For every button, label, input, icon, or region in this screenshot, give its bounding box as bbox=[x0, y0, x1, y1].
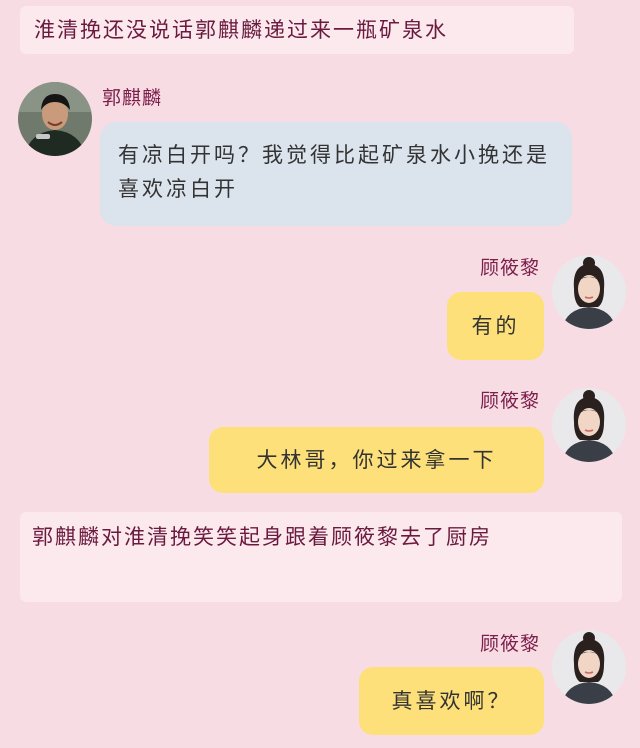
gu-xiaoli-photo bbox=[552, 630, 626, 704]
narration-text: 淮清挽还没说话郭麒麟递过来一瓶矿泉水 bbox=[20, 6, 574, 54]
speaker-name: 顾筱黎 bbox=[479, 390, 540, 412]
gu-xiaoli-photo bbox=[552, 255, 626, 329]
message-bubble: 有凉白开吗？我觉得比起矿泉水小挽还是喜欢凉白开 bbox=[100, 122, 572, 226]
narration-text: 郭麒麟对淮清挽笑笑起身跟着顾筱黎去了厨房 bbox=[20, 512, 622, 602]
gu-xiaoli-photo bbox=[552, 388, 626, 462]
message-bubble: 有的 bbox=[447, 292, 544, 360]
avatar-guo-qilin[interactable] bbox=[18, 82, 92, 156]
avatar-gu-xiaoli[interactable] bbox=[552, 630, 626, 704]
message-bubble: 大林哥，你过来拿一下 bbox=[209, 427, 544, 493]
avatar-gu-xiaoli[interactable] bbox=[552, 255, 626, 329]
speaker-name: 郭麒麟 bbox=[102, 87, 163, 109]
speaker-name: 顾筱黎 bbox=[479, 633, 540, 655]
message-bubble: 真喜欢啊？ bbox=[359, 667, 544, 735]
guo-qilin-photo bbox=[18, 82, 92, 156]
speaker-name: 顾筱黎 bbox=[479, 257, 540, 279]
avatar-gu-xiaoli[interactable] bbox=[552, 388, 626, 462]
